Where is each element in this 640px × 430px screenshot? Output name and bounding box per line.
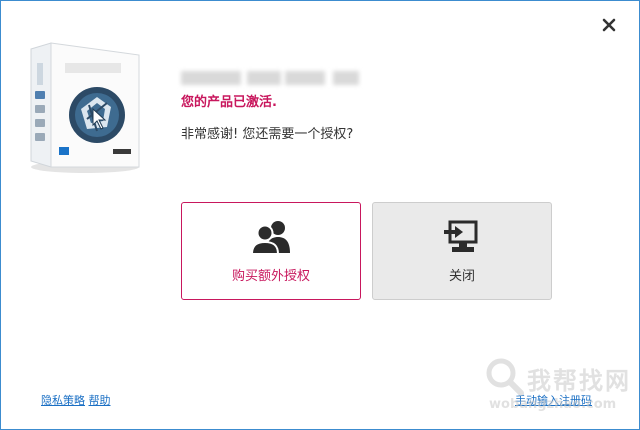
watermark-title: 我帮找网 xyxy=(527,367,631,395)
watermark: 我帮找网 wobangzhao.com xyxy=(483,355,639,415)
activated-message: 您的产品已激活. xyxy=(181,95,277,110)
close-icon xyxy=(602,18,616,32)
help-link[interactable]: 帮助 xyxy=(89,394,111,407)
close-option-label: 关闭 xyxy=(448,269,475,284)
activation-dialog: 您的产品已激活. 非常感谢! 您还需要一个授权? 购买额外授权 关闭 隐私策略 … xyxy=(0,0,640,430)
users-icon xyxy=(182,219,360,255)
question-text: 非常感谢! 您还需要一个授权? xyxy=(181,127,354,142)
product-box-image xyxy=(23,39,145,179)
magnifier-icon xyxy=(486,358,524,396)
computer-exit-icon xyxy=(373,219,551,255)
buy-license-label: 购买额外授权 xyxy=(231,269,310,284)
watermark-url: wobangzhao.com xyxy=(489,397,617,412)
privacy-policy-link[interactable]: 隐私策略 xyxy=(41,394,85,407)
product-name-redacted xyxy=(181,71,361,85)
footer-links: 隐私策略 帮助 xyxy=(41,392,111,408)
close-button[interactable] xyxy=(597,13,621,37)
buy-license-button[interactable]: 购买额外授权 xyxy=(181,202,361,300)
close-option-button[interactable]: 关闭 xyxy=(372,202,552,300)
